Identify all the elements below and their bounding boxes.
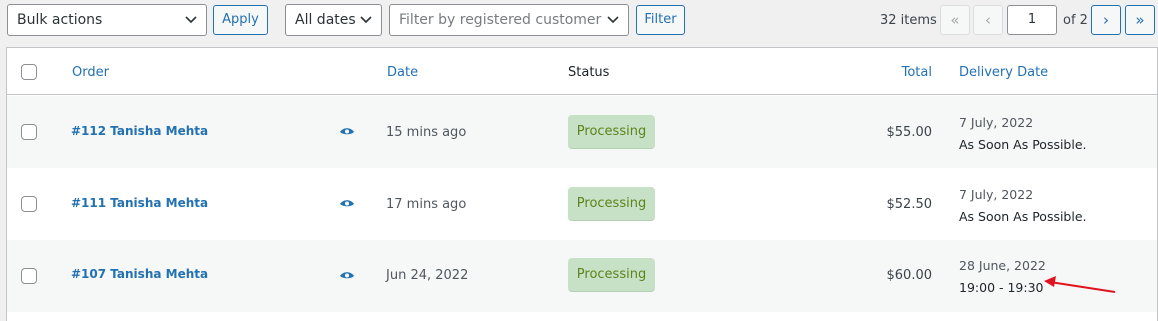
preview-eye-icon[interactable] bbox=[340, 127, 354, 137]
delivery-date: 7 July, 2022 bbox=[959, 187, 1034, 202]
dates-value: All dates bbox=[295, 12, 356, 28]
order-link[interactable]: #112 Tanisha Mehta bbox=[71, 124, 208, 138]
delivery-date: 7 July, 2022 bbox=[959, 115, 1034, 130]
delivery-time: As Soon As Possible. bbox=[959, 137, 1087, 152]
last-page-button[interactable]: » bbox=[1125, 5, 1155, 35]
preview-eye-icon[interactable] bbox=[340, 271, 354, 281]
filter-button[interactable]: Filter bbox=[636, 5, 685, 35]
column-status: Status bbox=[568, 65, 610, 80]
status-badge: Processing bbox=[568, 187, 655, 221]
order-link[interactable]: #111 Tanisha Mehta bbox=[71, 196, 208, 210]
row-checkbox[interactable] bbox=[21, 196, 37, 212]
next-page-button[interactable]: › bbox=[1091, 5, 1121, 35]
bulk-actions-select[interactable]: Bulk actions bbox=[7, 4, 207, 36]
customer-filter-placeholder: Filter by registered customer bbox=[399, 12, 602, 28]
order-total: $60.00 bbox=[886, 268, 933, 283]
order-total: $52.50 bbox=[886, 197, 933, 212]
bulk-actions-value: Bulk actions bbox=[17, 12, 103, 28]
prev-page-button[interactable]: ‹ bbox=[973, 5, 1003, 35]
status-badge: Processing bbox=[568, 258, 655, 292]
table-row[interactable]: #107 Tanisha Mehta Jun 24, 2022 Processi… bbox=[7, 240, 1157, 312]
order-total: $55.00 bbox=[886, 125, 933, 140]
chevron-down-icon bbox=[185, 16, 197, 24]
apply-button[interactable]: Apply bbox=[213, 5, 268, 35]
order-date: 17 mins ago bbox=[386, 197, 467, 212]
delivery-time: 19:00 - 19:30 bbox=[959, 280, 1044, 295]
order-date: 15 mins ago bbox=[386, 125, 467, 140]
table-row[interactable]: #112 Tanisha Mehta 15 mins ago Processin… bbox=[7, 96, 1157, 168]
status-badge: Processing bbox=[568, 115, 655, 149]
dates-select[interactable]: All dates bbox=[285, 4, 382, 36]
table-header: Order Date Status Total Delivery Date bbox=[7, 48, 1157, 95]
column-delivery-date: Delivery Date bbox=[959, 65, 1049, 80]
row-checkbox[interactable] bbox=[21, 124, 37, 140]
delivery-time: As Soon As Possible. bbox=[959, 209, 1087, 224]
first-page-button[interactable]: « bbox=[940, 5, 970, 35]
order-link[interactable]: #107 Tanisha Mehta bbox=[71, 267, 208, 281]
customer-filter-select[interactable]: Filter by registered customer bbox=[389, 4, 629, 36]
chevron-down-icon bbox=[607, 16, 619, 24]
total-pages: of 2 bbox=[1063, 13, 1088, 28]
delivery-date: 28 June, 2022 bbox=[959, 258, 1046, 273]
column-date[interactable]: Date bbox=[387, 65, 418, 80]
column-order[interactable]: Order bbox=[72, 65, 109, 80]
items-count: 32 items bbox=[880, 13, 937, 28]
row-checkbox[interactable] bbox=[21, 268, 37, 284]
annotation-arrow-icon bbox=[1044, 276, 1116, 293]
column-total[interactable]: Total bbox=[902, 65, 932, 80]
chevron-down-icon bbox=[360, 16, 372, 24]
order-date: Jun 24, 2022 bbox=[386, 268, 469, 283]
table-row[interactable]: #111 Tanisha Mehta 17 mins ago Processin… bbox=[7, 168, 1157, 240]
current-page-input[interactable]: 1 bbox=[1007, 5, 1057, 35]
preview-eye-icon[interactable] bbox=[340, 199, 354, 209]
select-all-checkbox[interactable] bbox=[21, 64, 37, 80]
orders-table: Order Date Status Total Delivery Date #1… bbox=[6, 47, 1158, 321]
